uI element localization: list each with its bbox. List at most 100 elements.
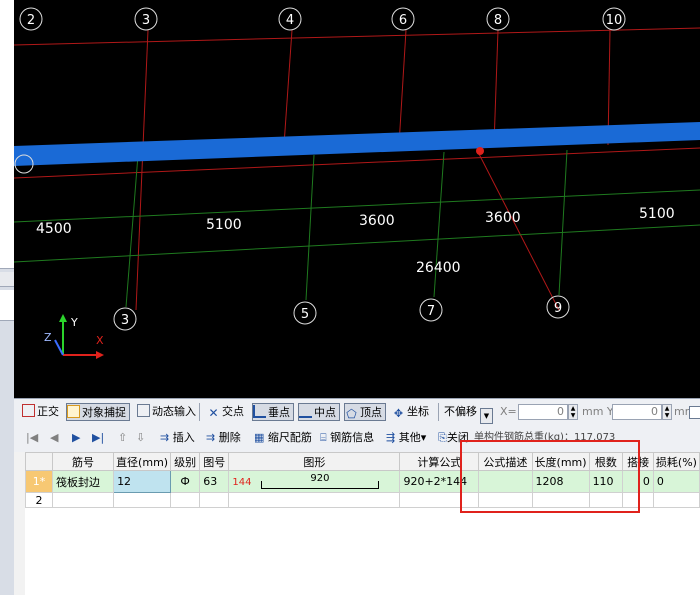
formula-cell[interactable]: 920+2*144 [399, 470, 480, 493]
close-button[interactable]: ⎘关闭 [438, 429, 469, 447]
formula-desc-cell[interactable] [478, 492, 533, 508]
count-cell[interactable]: 110 [588, 470, 624, 493]
shape-cell[interactable] [228, 492, 401, 508]
loss-cell[interactable]: 0 [652, 470, 700, 493]
axis-label-bottom: 3 [121, 313, 129, 328]
dynamic-input-label: 动态输入 [152, 405, 196, 418]
y-input[interactable]: 0 [612, 404, 662, 420]
midpoint-label: 中点 [314, 406, 336, 419]
column-header[interactable]: 长度(mm) [531, 452, 590, 471]
table-row[interactable]: 1* 筏板封边 12 Ф 63 144 920 920+2*144 1208 1… [24, 470, 700, 493]
diameter-cell[interactable] [113, 492, 172, 508]
perpendicular-toggle[interactable]: 垂点 [252, 403, 294, 421]
formula-cell[interactable] [399, 492, 480, 508]
column-header[interactable]: 损耗(%) [652, 452, 700, 471]
length-cell[interactable] [531, 492, 590, 508]
column-header[interactable]: 筋号 [52, 452, 115, 471]
coordinate-toggle[interactable]: ✥ 坐标 [392, 403, 429, 421]
left-panel-scroll[interactable] [0, 290, 14, 321]
column-header[interactable]: 搭接 [622, 452, 654, 471]
intersection-icon: ✕ [208, 406, 219, 420]
column-header[interactable]: 直径(mm) [113, 452, 172, 471]
left-panel-upper [0, 0, 14, 269]
column-header[interactable]: 图号 [199, 452, 230, 471]
intersection-toggle[interactable]: ✕ 交点 [207, 403, 244, 421]
dimension-label: 5100 [206, 217, 242, 233]
ucs-z-label: Z [44, 331, 52, 344]
row-index[interactable]: 1* [24, 470, 54, 493]
move-down-icon[interactable]: ⇩ [136, 429, 145, 447]
rebar-toolbar: |◀ ◀ ▶ ▶| ⇧ ⇩ ⇉ 插入 ⇉ 删除 ▦ 缩尺配筋 ⌸ 钢筋信息 ⇶ … [14, 425, 700, 453]
shape-cell[interactable]: 144 920 [228, 470, 401, 493]
offset-select[interactable]: 不偏移 ▼ [444, 403, 493, 424]
delete-icon: ⇉ [206, 431, 216, 444]
scale-rebar-button[interactable]: ▦ 缩尺配筋 [254, 429, 312, 447]
axis-label-bottom: 7 [427, 304, 435, 319]
x-input[interactable]: 0 [518, 404, 568, 420]
grade-cell[interactable]: Ф [170, 470, 201, 493]
loss-cell[interactable] [652, 492, 700, 508]
midpoint-icon [299, 416, 312, 418]
nav-first-icon[interactable]: |◀ [26, 429, 38, 447]
rebar-name-cell[interactable] [52, 492, 115, 508]
ortho-label: 正交 [37, 405, 59, 418]
vertex-toggle[interactable]: ⬠ 顶点 [344, 403, 386, 421]
delete-label: 删除 [218, 431, 241, 444]
row-index[interactable]: 2 [24, 492, 54, 508]
divider [438, 403, 439, 421]
axis-label-bottom: 9 [554, 301, 562, 316]
x-spinner[interactable]: ▲ ▼ [568, 404, 578, 420]
figure-number-cell[interactable]: 63 [199, 470, 230, 493]
rebar-name-cell[interactable]: 筏板封边 [52, 470, 115, 493]
formula-desc-cell[interactable] [478, 470, 533, 493]
ucs-x-label: X [96, 334, 104, 347]
count-cell[interactable] [588, 492, 624, 508]
axis-label-top: 2 [27, 13, 35, 28]
rebar-shape-drawing: 920 [260, 473, 379, 489]
close-icon[interactable] [0, 272, 14, 287]
column-header[interactable]: 公式描述 [478, 452, 533, 471]
ucs-icon: Y X Z [44, 314, 104, 359]
ortho-toggle[interactable]: 正交 [22, 403, 59, 421]
insert-button[interactable]: ⇉ 插入 [160, 429, 195, 447]
diameter-cell[interactable]: 12 [113, 470, 172, 493]
total-weight: 单构件钢筋总重(kg)：117.073 [474, 432, 616, 443]
rotate-checkbox[interactable] [689, 406, 700, 419]
nav-prev-icon[interactable]: ◀ [50, 429, 58, 447]
y-spinner[interactable]: ▲ ▼ [662, 404, 672, 420]
vertex-icon: ⬠ [346, 407, 357, 421]
column-header[interactable]: 根数 [588, 452, 624, 471]
info-icon: ⌸ [320, 431, 327, 444]
delete-button[interactable]: ⇉ 删除 [206, 429, 241, 447]
axis-bubbles-bottom: 3 5 7 9 [113, 295, 570, 331]
lap-cell[interactable]: 0 [622, 470, 654, 493]
rebar-info-button[interactable]: ⌸ 钢筋信息 [320, 429, 374, 447]
figure-number-cell[interactable] [199, 492, 230, 508]
rebar-info-label: 钢筋信息 [330, 431, 375, 444]
x-label: X= [500, 405, 517, 418]
length-cell[interactable]: 1208 [531, 470, 590, 493]
midpoint-toggle[interactable]: 中点 [298, 403, 340, 421]
table-row[interactable]: 2 [24, 492, 700, 508]
rebar-table: 筋号 直径(mm) 级别 图号 图形 计算公式 公式描述 长度(mm) 根数 搭… [24, 452, 700, 595]
table-header-row: 筋号 直径(mm) 级别 图号 图形 计算公式 公式描述 长度(mm) 根数 搭… [24, 452, 700, 471]
drawing-viewport[interactable]: 2 3 4 6 8 10 3 5 7 9 4500 5100 3600 3600… [14, 0, 700, 398]
column-header[interactable]: 图形 [228, 452, 401, 471]
grade-cell[interactable] [170, 492, 201, 508]
column-header[interactable]: 级别 [170, 452, 201, 471]
nav-last-icon[interactable]: ▶| [92, 429, 104, 447]
object-snap-toggle[interactable]: 对象捕捉 [66, 403, 130, 421]
close-label: 关闭 [446, 431, 469, 444]
axis-label-top: 8 [494, 13, 502, 28]
coordinate-label: 坐标 [407, 405, 429, 418]
snap-toolbar: 正交 对象捕捉 动态输入 ✕ 交点 垂点 中点 ⬠ 顶点 ✥ 坐标 不偏移 ▼ X= 0… [14, 398, 700, 426]
lap-cell[interactable] [622, 492, 654, 508]
other-menu-button[interactable]: ⇶ 其他▾ [386, 429, 426, 447]
move-up-icon[interactable]: ⇧ [118, 429, 127, 447]
column-header[interactable]: 计算公式 [399, 452, 480, 471]
scale-icon: ▦ [254, 431, 265, 444]
row-gutter [14, 452, 25, 595]
nav-next-icon[interactable]: ▶ [72, 429, 80, 447]
offset-value: 不偏移 [444, 405, 477, 418]
dynamic-input-toggle[interactable]: 动态输入 [137, 403, 196, 421]
